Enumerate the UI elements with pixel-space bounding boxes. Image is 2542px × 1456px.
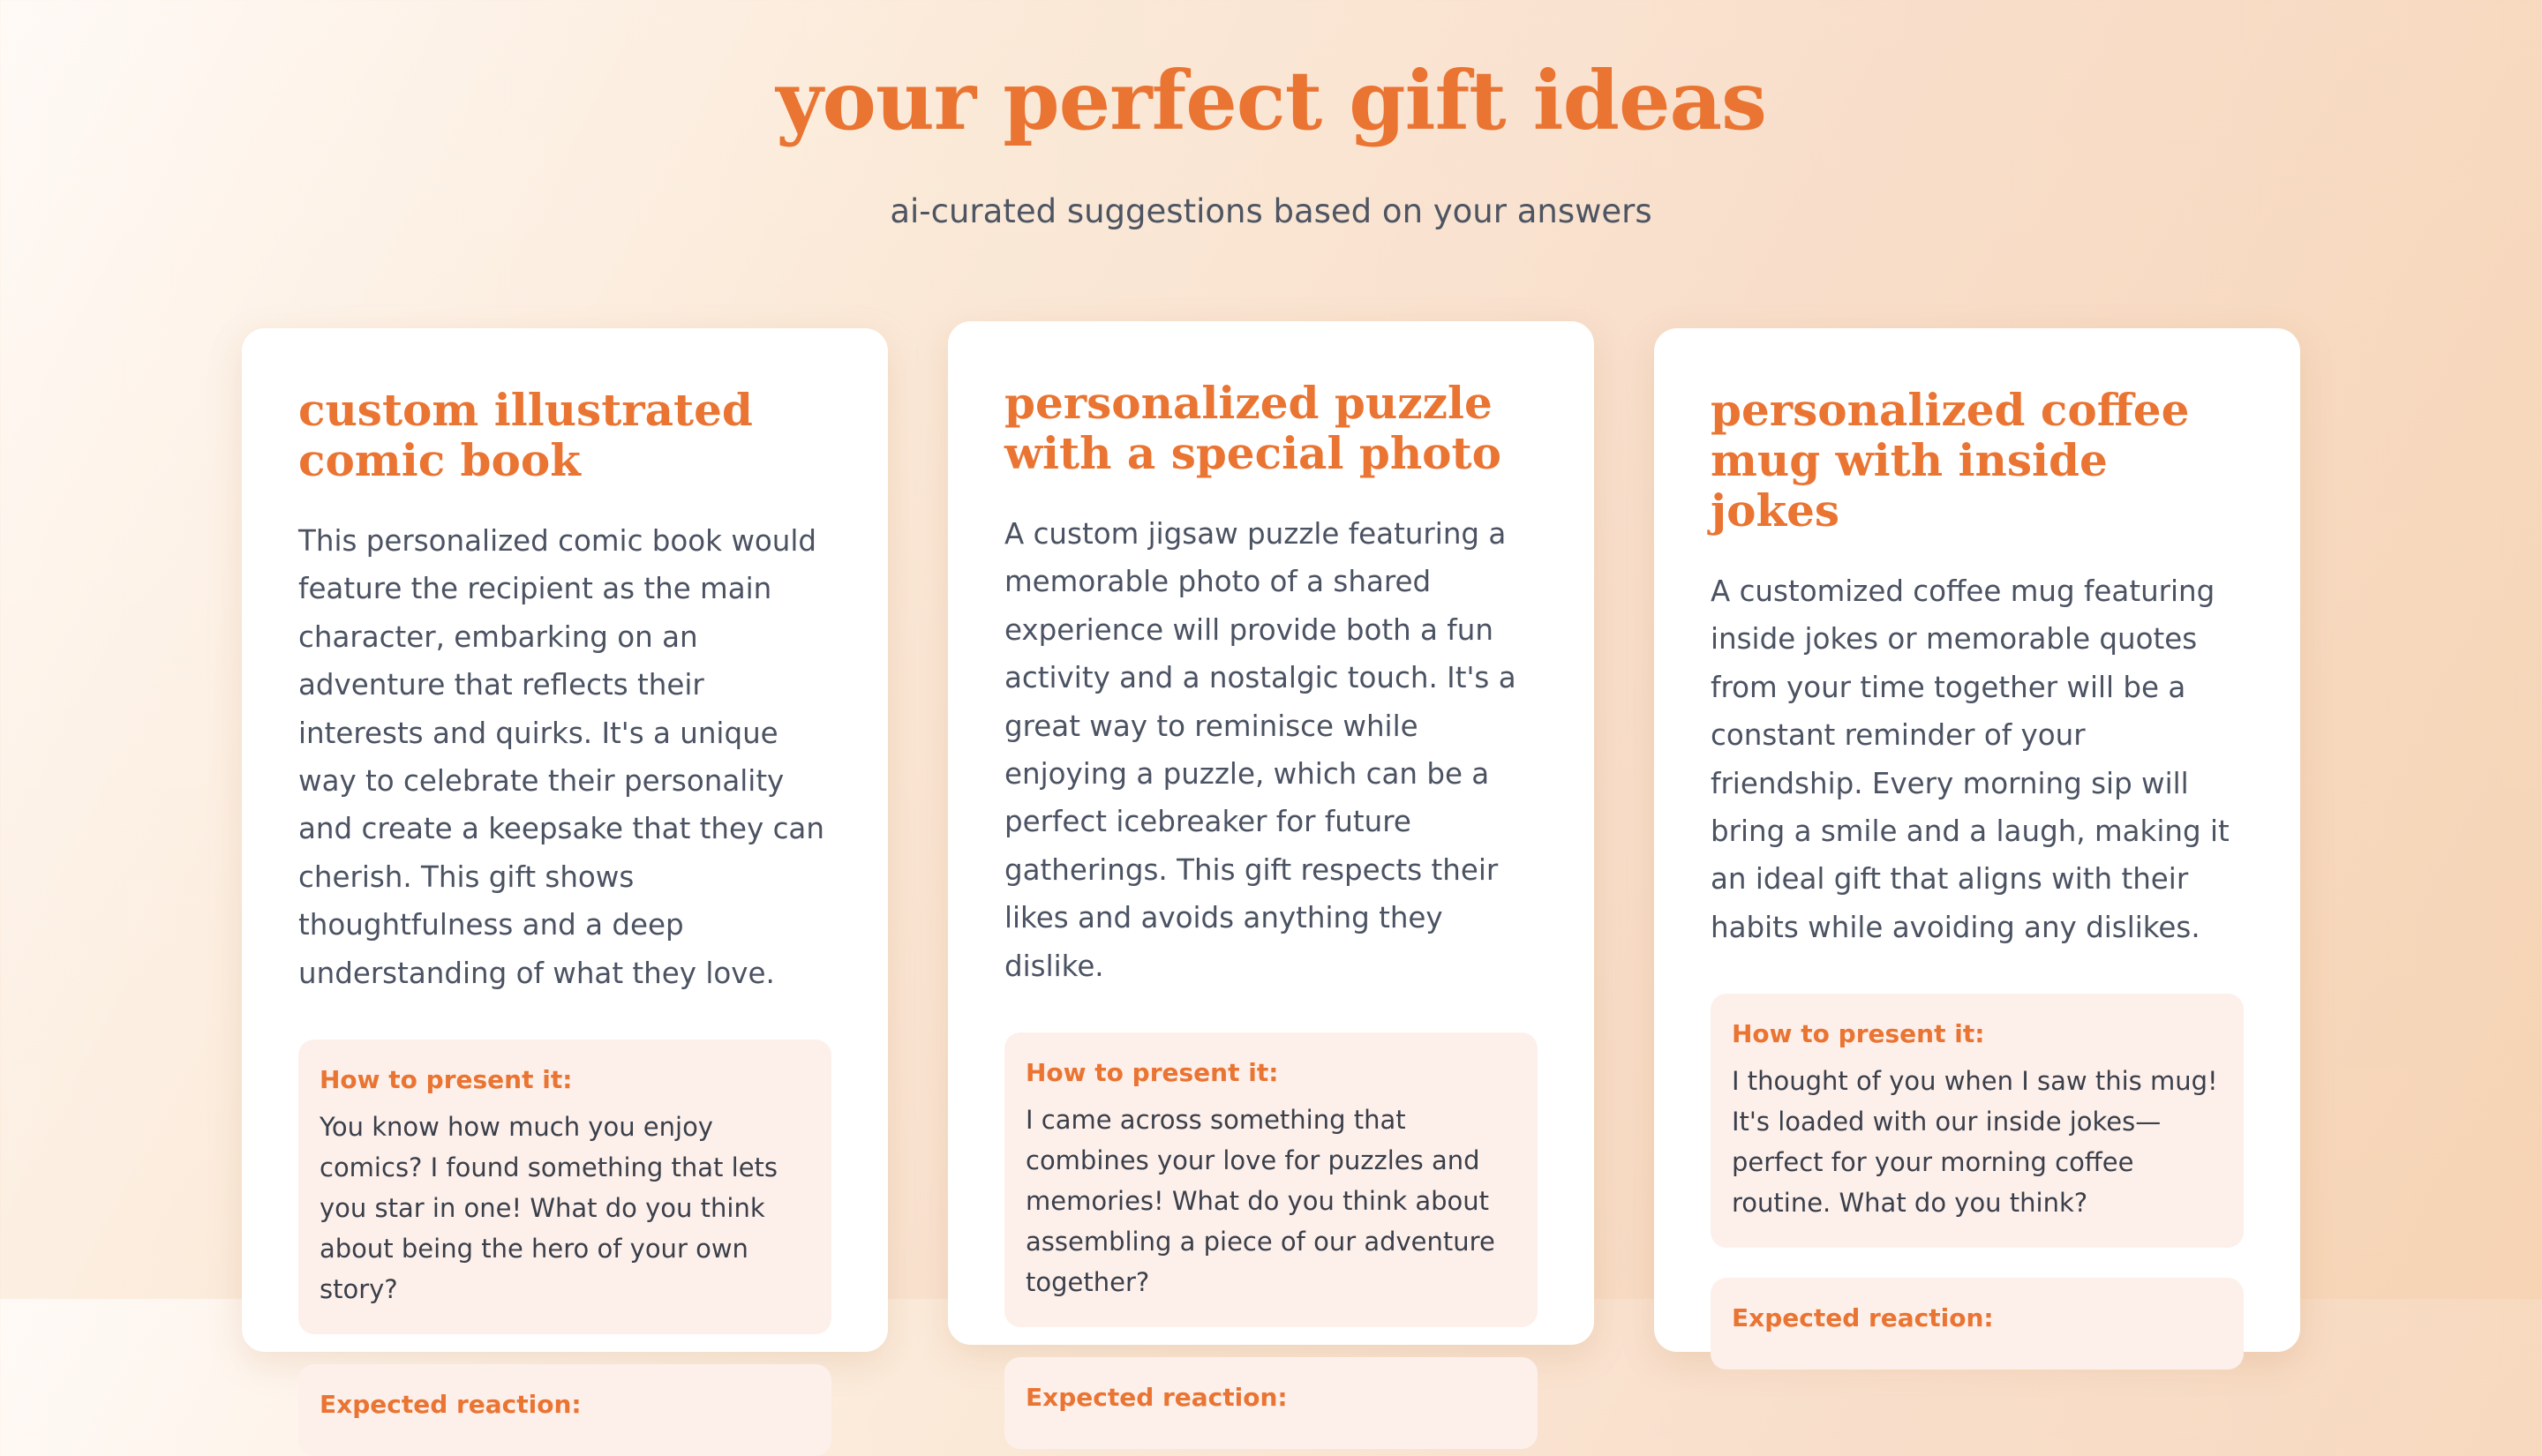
present-text: You know how much you enjoy comics? I fo…: [320, 1112, 778, 1305]
present-label: How to present it:: [320, 1065, 573, 1095]
gift-card-description: This personalized comic book would featu…: [298, 524, 824, 990]
gift-card-comic-book: custom illustrated comic book This perso…: [242, 328, 888, 1456]
gift-card-title: personalized puzzle with a special photo: [1004, 377, 1501, 479]
gift-card-puzzle: personalized puzzle with a special photo…: [948, 321, 1594, 1450]
gift-card-title: custom illustrated comic book: [298, 384, 753, 486]
gift-card-coffee-mug: personalized coffee mug with inside joke…: [1654, 328, 2300, 1370]
present-text: I came across something that combines yo…: [1026, 1105, 1495, 1298]
gift-card-description: A customized coffee mug featuring inside…: [1711, 574, 2230, 944]
present-section: How to present it: You know how much you…: [298, 1039, 831, 1335]
reaction-section: Expected reaction:: [1711, 1278, 2244, 1370]
present-label: How to present it:: [1732, 1019, 1985, 1049]
page-title: your perfect gift ideas: [776, 53, 1767, 148]
reaction-label: Expected reaction:: [1732, 1303, 1994, 1333]
reaction-section: Expected reaction:: [298, 1364, 831, 1456]
present-section: How to present it: I thought of you when…: [1711, 994, 2244, 1249]
gift-card-title: personalized coffee mug with inside joke…: [1711, 384, 2190, 537]
present-text: I thought of you when I saw this mug! It…: [1732, 1066, 2218, 1219]
present-section: How to present it: I came across somethi…: [1004, 1032, 1538, 1328]
reaction-label: Expected reaction:: [320, 1390, 582, 1420]
page-subtitle: ai-curated suggestions based on your ans…: [890, 192, 1652, 230]
present-label: How to present it:: [1026, 1058, 1279, 1088]
reaction-label: Expected reaction:: [1026, 1383, 1288, 1413]
gift-card-description: A custom jigsaw puzzle featuring a memor…: [1004, 517, 1516, 983]
reaction-section: Expected reaction:: [1004, 1357, 1538, 1450]
